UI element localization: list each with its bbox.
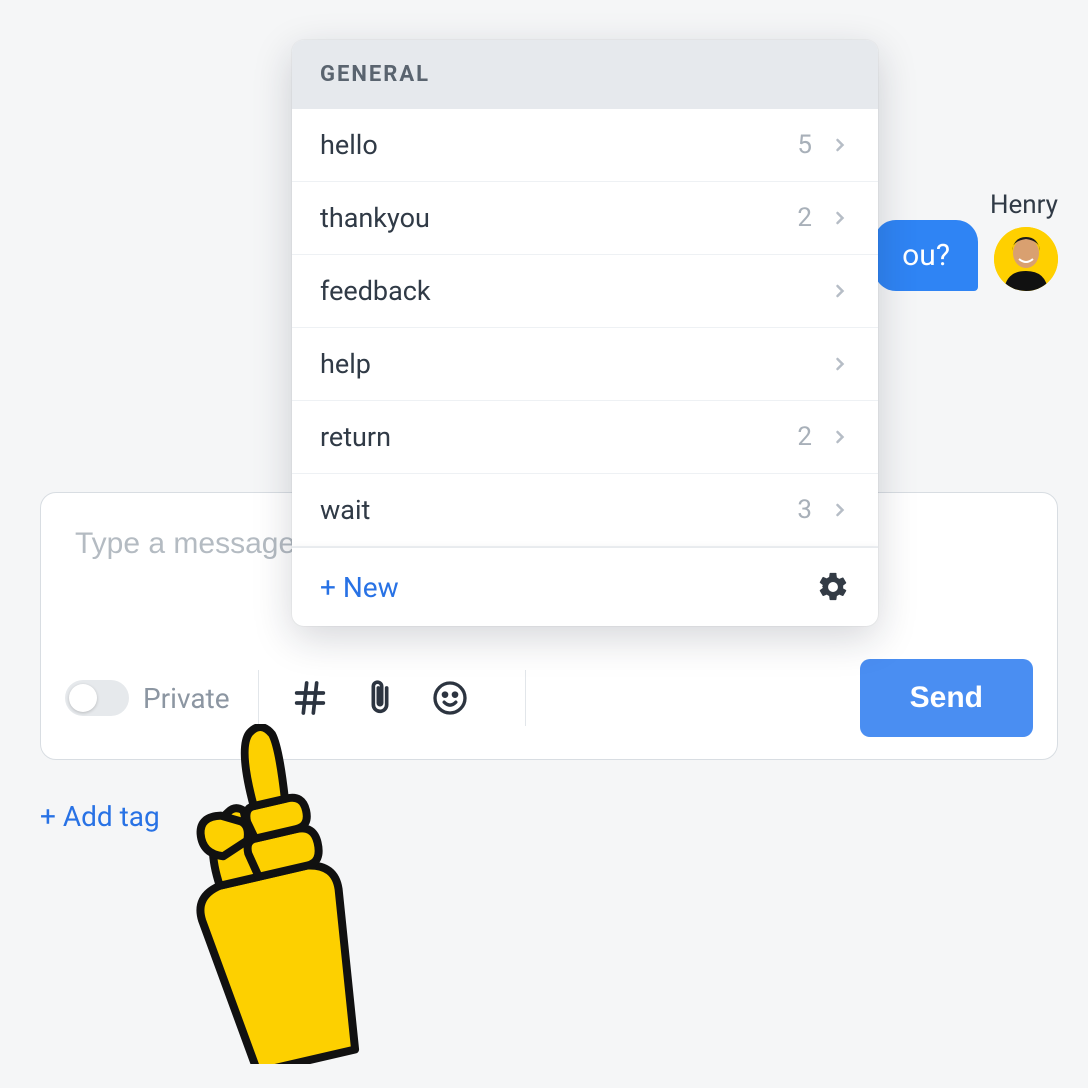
attachment-icon[interactable] <box>357 675 403 721</box>
popover-item-label: thankyou <box>320 202 797 234</box>
add-tag-link[interactable]: + Add tag <box>40 800 160 833</box>
canned-responses-popover: GENERAL hello 5 thankyou 2 feedback help… <box>292 40 878 626</box>
chat-context: ou? <box>874 220 1058 291</box>
chevron-right-icon <box>830 500 850 520</box>
popover-item-count: 3 <box>797 495 812 525</box>
popover-item-count: 2 <box>797 422 812 452</box>
popover-header: GENERAL <box>292 40 878 109</box>
private-label: Private <box>143 682 230 715</box>
hash-icon[interactable] <box>287 675 333 721</box>
popover-item-wait[interactable]: wait 3 <box>292 474 878 547</box>
popover-item-label: feedback <box>320 275 812 307</box>
chevron-right-icon <box>830 281 850 301</box>
popover-item-return[interactable]: return 2 <box>292 401 878 474</box>
divider <box>258 670 259 726</box>
popover-item-thankyou[interactable]: thankyou 2 <box>292 182 878 255</box>
popover-footer: + New <box>292 547 878 626</box>
chevron-right-icon <box>830 208 850 228</box>
popover-item-hello[interactable]: hello 5 <box>292 109 878 182</box>
send-button[interactable]: Send <box>860 659 1033 737</box>
chevron-right-icon <box>830 427 850 447</box>
sender-name: Henry <box>990 190 1058 220</box>
private-toggle-wrap: Private <box>65 680 230 716</box>
popover-item-count: 5 <box>797 130 812 160</box>
gear-icon[interactable] <box>816 570 850 604</box>
chevron-right-icon <box>830 354 850 374</box>
divider <box>525 670 526 726</box>
new-response-link[interactable]: + New <box>320 571 399 604</box>
popover-item-label: help <box>320 348 812 380</box>
avatar <box>994 227 1058 291</box>
private-toggle[interactable] <box>65 680 129 716</box>
popover-item-help[interactable]: help <box>292 328 878 401</box>
chevron-right-icon <box>830 135 850 155</box>
toggle-knob <box>69 684 97 712</box>
popover-item-count: 2 <box>797 203 812 233</box>
popover-item-feedback[interactable]: feedback <box>292 255 878 328</box>
popover-item-label: wait <box>320 494 797 526</box>
composer-toolbar: Private Send <box>41 641 1057 759</box>
chat-bubble: ou? <box>874 220 978 291</box>
emoji-icon[interactable] <box>427 675 473 721</box>
popover-item-label: return <box>320 421 797 453</box>
pointing-hand-illustration <box>178 724 368 1064</box>
popover-item-label: hello <box>320 129 797 161</box>
